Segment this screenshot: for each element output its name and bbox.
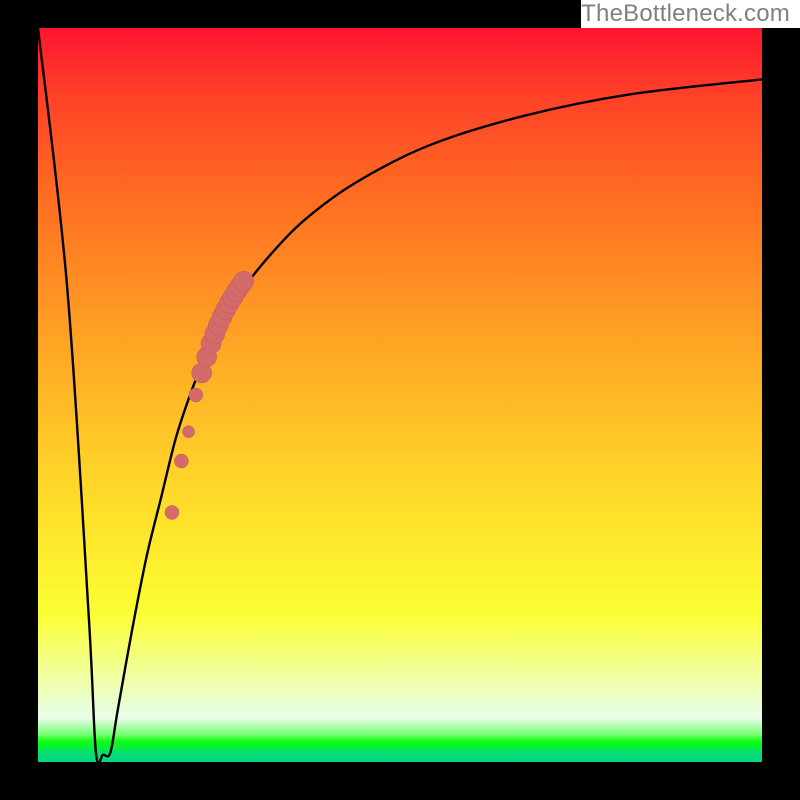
bottleneck-chart: TheBottleneck.com bbox=[0, 0, 800, 800]
watermark-label: TheBottleneck.com bbox=[581, 0, 800, 28]
highlight-dot bbox=[183, 426, 195, 438]
highlight-markers bbox=[165, 271, 254, 519]
bottleneck-curve bbox=[38, 28, 762, 762]
highlight-dot bbox=[234, 271, 254, 291]
highlight-dot bbox=[189, 388, 203, 402]
highlight-dot bbox=[165, 505, 179, 519]
chart-svg bbox=[38, 28, 762, 762]
plot-area bbox=[38, 28, 762, 762]
axis-bottom-border bbox=[0, 762, 800, 800]
highlight-dot bbox=[174, 454, 188, 468]
axis-right-border bbox=[762, 0, 800, 800]
axis-left-border bbox=[0, 0, 38, 800]
